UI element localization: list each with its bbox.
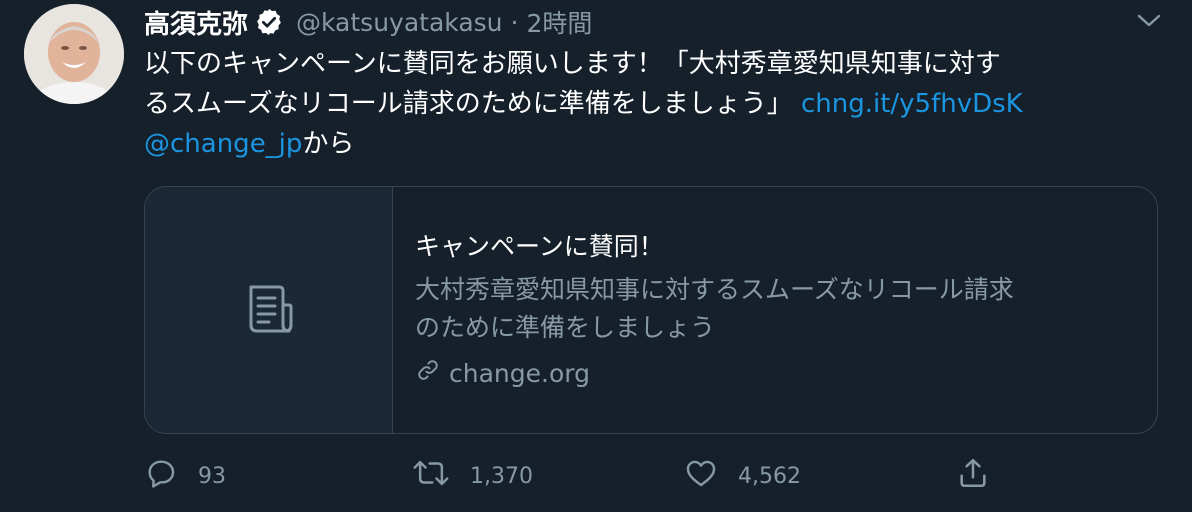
tweet-text-line: るスムーズなリコール請求のために準備をしましょう」 chng.it/y5fhvD… (144, 84, 1154, 124)
card-domain-text: change.org (449, 358, 590, 388)
share-button[interactable] (956, 454, 1010, 498)
card-description-line: 大村秀章愛知県知事に対するスムーズなリコール請求 (415, 275, 1014, 304)
retweet-icon (412, 456, 470, 496)
author-handle[interactable]: @katsuyatakasu (296, 8, 503, 37)
tweet-link[interactable]: chng.it/y5fhvDsK (801, 89, 1023, 119)
tweet-text-line: @change_jpから (144, 124, 1154, 164)
tweet-text: 以下のキャンペーンに賛同をお願いします！「大村秀章愛知県知事に対す るスムーズな… (144, 44, 1154, 164)
like-count: 4,562 (738, 463, 801, 489)
tweet-text-line: 以下のキャンペーンに賛同をお願いします！「大村秀章愛知県知事に対す (144, 49, 1001, 79)
like-button[interactable]: 4,562 (684, 454, 801, 498)
mention-link[interactable]: @change_jp (144, 129, 302, 159)
tweet-actions: 93 1,370 4,562 (144, 454, 1158, 498)
separator-dot: · (510, 7, 519, 37)
reply-count: 93 (198, 463, 226, 489)
author-name[interactable]: 高須克弥 (144, 4, 248, 41)
card-description-line: のために準備をしましょう (415, 313, 716, 342)
card-domain: change.org (415, 357, 590, 389)
tweet[interactable]: 高須克弥 @katsuyatakasu · 2時間 以下のキャンペーンに賛同をお… (0, 0, 1192, 512)
retweet-count: 1,370 (470, 463, 533, 489)
document-icon (241, 281, 297, 341)
tweet-text-segment: るスムーズなリコール請求のために準備をしましょう」 (144, 89, 801, 119)
card-description: 大村秀章愛知県知事に対するスムーズなリコール請求 のために準備をしましょう (415, 271, 1145, 347)
chevron-down-icon[interactable] (1134, 6, 1164, 36)
avatar[interactable] (24, 4, 124, 104)
tweet-header: 高須克弥 @katsuyatakasu · 2時間 (144, 2, 592, 42)
verified-badge-icon (254, 7, 284, 37)
link-icon (415, 357, 449, 389)
card-title: キャンペーンに賛同！ (415, 232, 664, 261)
share-icon (956, 456, 1010, 496)
reply-icon (144, 456, 198, 496)
tweet-text-segment: から (302, 129, 355, 159)
reply-button[interactable]: 93 (144, 454, 226, 498)
card-thumbnail (145, 187, 393, 433)
heart-icon (684, 456, 738, 496)
link-preview-card[interactable]: キャンペーンに賛同！ 大村秀章愛知県知事に対するスムーズなリコール請求 のために… (144, 186, 1158, 434)
tweet-time[interactable]: 2時間 (526, 4, 592, 40)
retweet-button[interactable]: 1,370 (412, 454, 533, 498)
